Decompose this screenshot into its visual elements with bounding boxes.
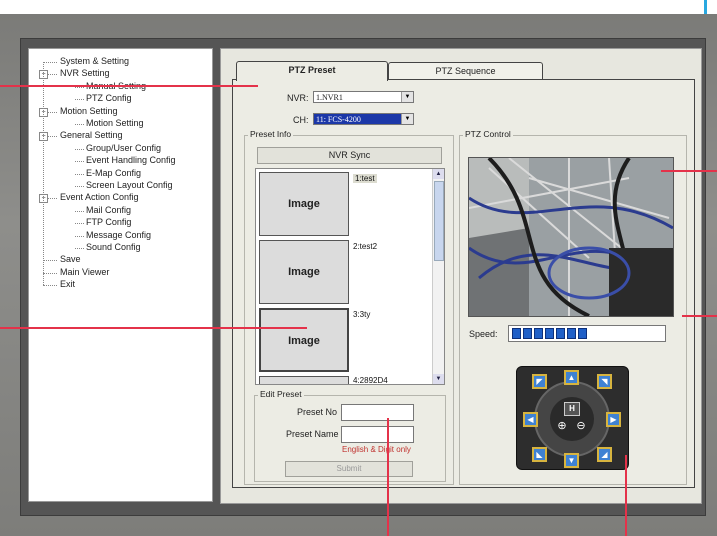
home-button[interactable]: H (564, 402, 580, 416)
callout-line-preset (0, 327, 307, 329)
tree-item[interactable]: Event Handling Config (86, 155, 176, 165)
speed-level-segment (556, 328, 565, 339)
tree-item[interactable]: NVR Setting (60, 68, 110, 78)
callout-line-camera (661, 170, 717, 172)
tree-item[interactable]: Screen Layout Config (86, 180, 173, 190)
tree-item[interactable]: PTZ Config (86, 93, 132, 103)
tree-connector (75, 235, 84, 237)
tree-connector (43, 62, 57, 63)
scroll-up-icon[interactable]: ▲ (433, 169, 444, 179)
scroll-thumb[interactable] (434, 181, 444, 261)
camera-image (469, 158, 673, 316)
tree-connector (75, 161, 84, 163)
ch-select-value: 11: FCS-4200 (316, 115, 361, 124)
preset-no-input[interactable] (341, 404, 414, 421)
tree-connector (75, 186, 84, 187)
preset-name-input[interactable] (341, 426, 414, 443)
nvr-label: NVR: (287, 93, 309, 103)
tab-ptz-preset[interactable]: PTZ Preset (236, 61, 388, 81)
preset-name[interactable]: 3:3ty (353, 310, 370, 319)
tree-item[interactable]: Save (60, 254, 81, 264)
tree-item[interactable]: Exit (60, 279, 75, 289)
tree-item[interactable]: System & Setting (60, 56, 129, 66)
input-hint: English & Digit only (342, 445, 411, 454)
tree-item[interactable]: Sound Config (86, 242, 141, 252)
preset-name-label: Preset Name (286, 429, 339, 439)
preset-no-label: Preset No (297, 407, 338, 417)
pan-up-left-button[interactable]: ◤ (532, 374, 547, 389)
preset-image[interactable] (259, 376, 349, 384)
callout-line-pad (625, 455, 627, 536)
tree-connector (75, 99, 84, 101)
top-strip (0, 0, 717, 14)
tab-ptz-sequence[interactable]: PTZ Sequence (388, 62, 543, 80)
speed-level-segment (578, 328, 587, 339)
edit-preset-title: Edit Preset (258, 389, 304, 399)
tree-item[interactable]: Motion Setting (86, 118, 144, 128)
tree-connector (43, 260, 57, 262)
tree-item[interactable]: Event Action Config (60, 192, 139, 202)
tree-item[interactable]: Motion Setting (60, 106, 118, 116)
speed-slider[interactable] (508, 325, 666, 342)
zoom-out-icon[interactable]: ⊖ (574, 419, 588, 432)
submit-button[interactable]: Submit (285, 461, 413, 477)
tree-item[interactable]: Message Config (86, 230, 151, 240)
tree-connector (75, 248, 84, 249)
preset-image[interactable]: Image (259, 172, 349, 236)
camera-view[interactable] (468, 157, 674, 317)
tree-connector (75, 210, 84, 212)
pan-right-button[interactable]: ▶ (606, 412, 621, 427)
tree-connector (75, 148, 84, 150)
preset-name[interactable]: 4:2892D4 (353, 376, 388, 384)
tree-trunk (43, 62, 44, 286)
preset-list-scrollbar[interactable]: ▲ ▼ (432, 169, 444, 384)
zoom-in-icon[interactable]: ⊕ (555, 419, 569, 432)
callout-line-tree (0, 85, 258, 87)
tree-connector (75, 173, 84, 175)
preset-image[interactable]: Image (259, 308, 349, 372)
pan-up-right-button[interactable]: ◥ (597, 374, 612, 389)
tree-connector (43, 285, 57, 287)
tree-item[interactable]: Group/User Config (86, 143, 161, 153)
callout-line-edit (387, 418, 389, 536)
callout-line-speed (682, 315, 717, 317)
settings-tree: System & SettingNVR Setting−Manual Setti… (28, 48, 213, 502)
preset-list[interactable]: Image 1:test Image 2:test2 Image 3:3ty 4… (255, 168, 445, 385)
speed-level-segment (534, 328, 543, 339)
preset-image[interactable]: Image (259, 240, 349, 304)
chevron-down-icon[interactable]: ▼ (401, 92, 413, 102)
speed-level-segment (523, 328, 532, 339)
ptz-control-title: PTZ Control (463, 129, 513, 139)
nvr-select[interactable]: 1.NVR1 ▼ (313, 91, 414, 103)
pan-down-left-button[interactable]: ◣ (532, 447, 547, 462)
tree-item[interactable]: FTP Config (86, 217, 131, 227)
preset-info-title: Preset Info (248, 129, 294, 139)
pan-up-button[interactable]: ▲ (564, 370, 579, 385)
pan-down-right-button[interactable]: ◢ (597, 447, 612, 462)
ch-label: CH: (293, 115, 309, 125)
preset-name[interactable]: 2:test2 (353, 242, 377, 251)
speed-level-segment (512, 328, 521, 339)
pan-down-button[interactable]: ▼ (564, 453, 579, 468)
tree-connector (43, 272, 57, 274)
scroll-down-icon[interactable]: ▼ (433, 374, 444, 384)
pan-left-button[interactable]: ◀ (523, 412, 538, 427)
ch-select[interactable]: 11: FCS-4200 ▼ (313, 113, 414, 125)
tree-connector (75, 124, 84, 125)
speed-label: Speed: (469, 329, 498, 339)
speed-level-segment (545, 328, 554, 339)
nvr-sync-button[interactable]: NVR Sync (257, 147, 442, 164)
tree-item[interactable]: E-Map Config (86, 168, 141, 178)
tree-item[interactable]: Main Viewer (60, 267, 109, 277)
tree-item[interactable]: Mail Config (86, 205, 131, 215)
tree-item[interactable]: General Setting (60, 130, 123, 140)
preset-name[interactable]: 1:test (353, 174, 377, 183)
ptz-direction-pad: ◤ ▲ ◥ ◀ ▶ ◣ ▼ ◢ H ⊕ ⊖ (516, 366, 629, 470)
chevron-down-icon[interactable]: ▼ (401, 114, 413, 124)
speed-level-segment (567, 328, 576, 339)
nvr-select-value: 1.NVR1 (316, 93, 343, 102)
corner-mark (704, 0, 707, 14)
tree-connector (75, 223, 84, 225)
